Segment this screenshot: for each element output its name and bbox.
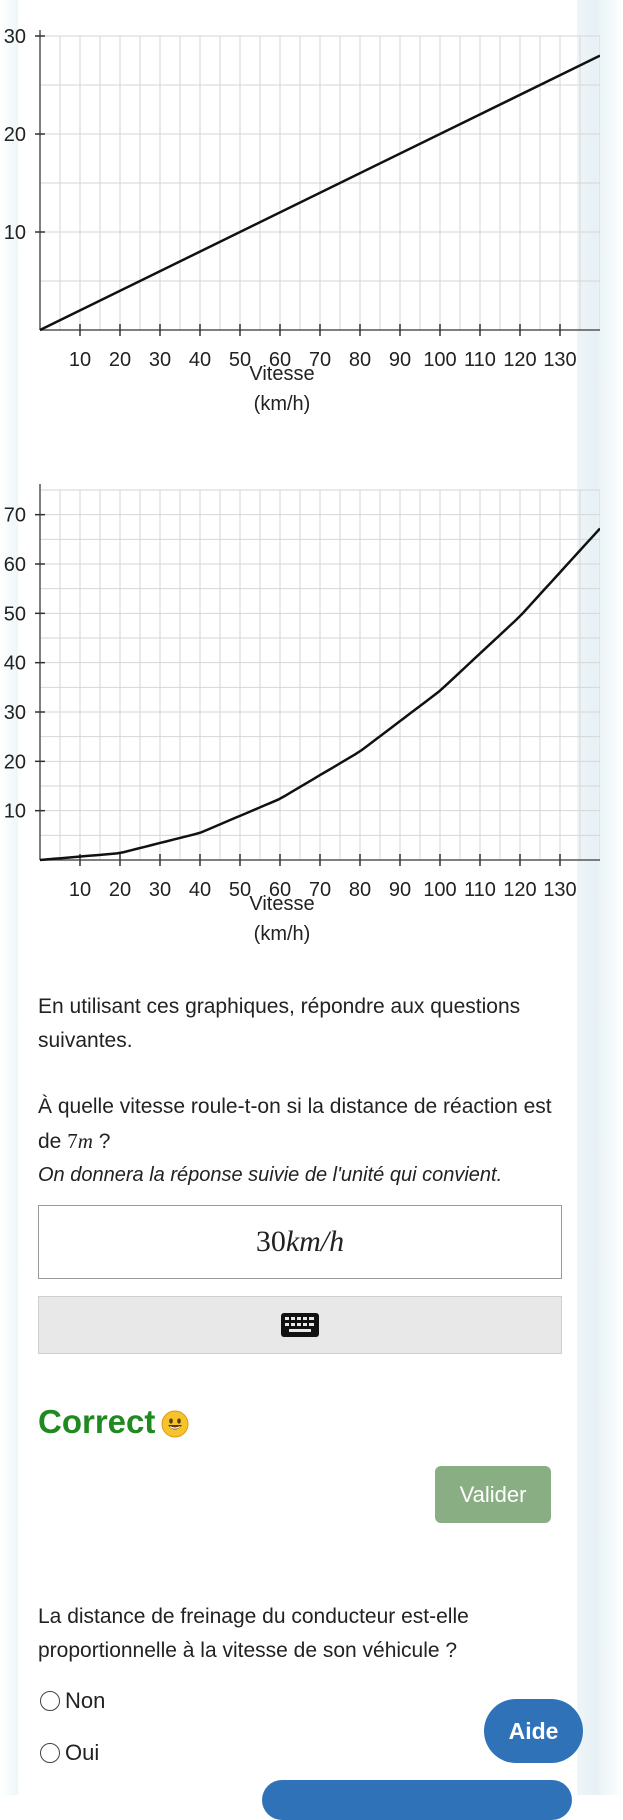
x-tick-label: 120	[503, 349, 536, 371]
x-tick-label: 120	[503, 879, 536, 901]
y-tick-label: 30	[4, 702, 26, 724]
x-axis-unit-label: (km/h)	[254, 923, 311, 945]
hint-text: On donnera la réponse suivie de l'unité …	[38, 1164, 503, 1186]
y-tick-label: 20	[4, 751, 26, 773]
y-tick-label: 10	[4, 222, 26, 244]
x-tick-label: 130	[543, 349, 576, 371]
keyboard-icon	[281, 1313, 319, 1337]
smiley-icon	[161, 1408, 189, 1438]
x-tick-label: 20	[109, 879, 131, 901]
x-tick-label: 80	[349, 879, 371, 901]
feedback-correct: Correct	[38, 1403, 189, 1441]
virtual-keyboard-toggle[interactable]	[38, 1296, 562, 1354]
x-axis-label: Vitesse	[249, 893, 314, 915]
radio-non[interactable]	[40, 1691, 60, 1711]
x-axis-label: Vitesse	[249, 363, 314, 385]
answer-input[interactable]: 30km/h	[38, 1205, 562, 1279]
question-1-value: 7m	[67, 1129, 93, 1153]
answer-number: 30	[255, 1225, 286, 1258]
aide-button[interactable]: Aide	[484, 1699, 583, 1763]
x-tick-label: 10	[69, 349, 91, 371]
x-tick-label: 30	[149, 349, 171, 371]
x-tick-label: 50	[229, 879, 251, 901]
x-axis-unit-label: (km/h)	[254, 393, 311, 415]
radio-oui[interactable]	[40, 1743, 60, 1763]
x-tick-label: 30	[149, 879, 171, 901]
option-oui[interactable]: Oui	[40, 1740, 99, 1766]
braking-distance-chart: 10 20 30 40 50 60 70 80 90 100 110 120 130 10 20 30 40 50…	[4, 484, 600, 945]
question-1-prefix: À quelle vitesse roule-t-on si la distan…	[38, 1095, 552, 1153]
answer-unit: km/h	[285, 1225, 345, 1258]
x-tick-label: 110	[464, 349, 496, 371]
x-tick-label: 20	[109, 349, 131, 371]
y-tick-label: 40	[4, 653, 26, 675]
reaction-distance-chart: 10 20 30 40 50 60 70 80 90 100 110 120 130102030Vite…	[4, 26, 600, 415]
x-tick-label: 40	[189, 349, 211, 371]
y-tick-label: 70	[4, 505, 26, 527]
feedback-label: Correct	[38, 1403, 156, 1440]
x-tick-label: 100	[423, 349, 456, 371]
x-tick-label: 130	[543, 879, 576, 901]
y-tick-label: 30	[4, 26, 26, 48]
exercise-content: 10 20 30 40 50 60 70 80 90 100 110 120 130 10 20 30 Vite…	[0, 0, 600, 1795]
x-tick-label: 90	[389, 879, 411, 901]
valider-button[interactable]: Valider	[435, 1466, 551, 1523]
answer-value: 30km/h	[256, 1225, 344, 1259]
y-tick-label: 20	[4, 124, 26, 146]
question-1-unit: m	[77, 1129, 93, 1153]
question-2: La distance de freinage du conducteur es…	[38, 1605, 469, 1662]
x-tick-label: 110	[464, 879, 496, 901]
x-tick-label: 50	[229, 349, 251, 371]
question-1-suffix: ?	[92, 1130, 111, 1153]
x-tick-label: 10	[69, 879, 91, 901]
option-non[interactable]: Non	[40, 1688, 105, 1714]
intro-text: En utilisant ces graphiques, répondre au…	[38, 995, 521, 1052]
x-tick-label: 80	[349, 349, 371, 371]
y-tick-label: 60	[4, 554, 26, 576]
x-tick-label: 100	[423, 879, 456, 901]
option-oui-label: Oui	[65, 1740, 100, 1765]
y-tick-label: 50	[4, 603, 26, 625]
question-1: À quelle vitesse roule-t-on si la distan…	[38, 1090, 558, 1159]
bottom-action-button[interactable]	[262, 1780, 572, 1820]
y-tick-label: 10	[4, 801, 26, 823]
option-non-label: Non	[65, 1688, 106, 1713]
question-1-number: 7	[67, 1129, 78, 1153]
x-tick-label: 90	[389, 349, 411, 371]
x-tick-label: 40	[189, 879, 211, 901]
